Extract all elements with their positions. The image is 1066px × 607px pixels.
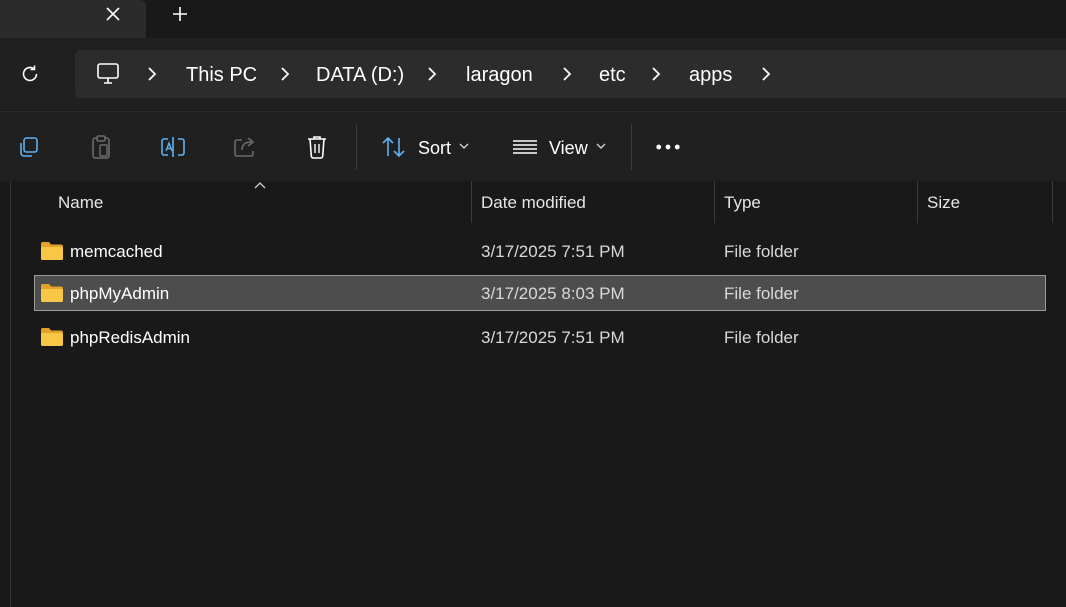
sort-button[interactable]: Sort (418, 137, 451, 159)
command-separator (356, 124, 357, 170)
refresh-icon[interactable] (12, 58, 48, 90)
folder-icon (41, 242, 63, 260)
pane-divider[interactable] (10, 181, 11, 607)
more-options-icon[interactable] (655, 134, 681, 160)
file-name: memcached (70, 242, 163, 261)
file-explorer-window: This PC DATA (D:) laragon etc apps Sort … (0, 0, 1066, 607)
breadcrumb-laragon[interactable]: laragon (466, 63, 533, 87)
copy-icon[interactable] (16, 134, 42, 160)
paste-icon[interactable] (88, 134, 114, 160)
sort-icon[interactable] (381, 134, 407, 160)
column-header-date-modified[interactable]: Date modified (481, 192, 586, 214)
file-type: File folder (724, 284, 799, 303)
column-header-size[interactable]: Size (927, 192, 960, 214)
file-name: phpRedisAdmin (70, 328, 191, 347)
file-date-modified: 3/17/2025 7:51 PM (481, 242, 625, 261)
column-divider[interactable] (1052, 181, 1053, 223)
column-header-type[interactable]: Type (724, 192, 761, 214)
file-row-phpredisadmin[interactable]: phpRedisAdmin 3/17/2025 7:51 PM File fol… (34, 319, 1046, 355)
view-icon[interactable] (512, 134, 538, 160)
chevron-down-icon[interactable] (596, 142, 606, 150)
chevron-right-icon[interactable] (561, 66, 573, 82)
breadcrumb-etc[interactable]: etc (599, 63, 626, 87)
file-type: File folder (724, 242, 799, 261)
folder-icon (41, 284, 63, 302)
address-row: This PC DATA (D:) laragon etc apps (0, 38, 1066, 110)
file-name: phpMyAdmin (70, 284, 170, 303)
chevron-down-icon[interactable] (459, 142, 469, 150)
command-bar: Sort View (0, 111, 1066, 182)
pc-icon[interactable] (95, 62, 121, 86)
chevron-right-icon[interactable] (146, 66, 158, 82)
address-bar[interactable]: This PC DATA (D:) laragon etc apps (75, 50, 1066, 98)
chevron-right-icon[interactable] (279, 66, 291, 82)
tab-strip (0, 0, 1066, 38)
file-list: Name Date modified Type Size memcached 3… (0, 181, 1066, 607)
share-icon[interactable] (232, 134, 258, 160)
command-separator (631, 124, 632, 170)
chevron-right-icon[interactable] (650, 66, 662, 82)
file-date-modified: 3/17/2025 8:03 PM (481, 284, 625, 303)
rename-icon[interactable] (160, 134, 186, 160)
new-tab-icon[interactable] (166, 0, 194, 28)
folder-icon (41, 328, 63, 346)
file-type: File folder (724, 328, 799, 347)
chevron-right-icon[interactable] (760, 66, 772, 82)
view-button[interactable]: View (549, 137, 588, 159)
breadcrumb-this-pc[interactable]: This PC (186, 63, 257, 87)
sort-ascending-icon (254, 182, 266, 189)
column-divider[interactable] (917, 181, 918, 223)
file-row-memcached[interactable]: memcached 3/17/2025 7:51 PM File folder (34, 233, 1046, 269)
delete-icon[interactable] (304, 134, 330, 160)
close-tab-icon[interactable] (100, 0, 126, 28)
column-header-name[interactable]: Name (58, 192, 103, 214)
file-row-phpmyadmin[interactable]: phpMyAdmin 3/17/2025 8:03 PM File folder (34, 275, 1046, 311)
column-divider[interactable] (714, 181, 715, 223)
column-divider[interactable] (471, 181, 472, 223)
breadcrumb-apps[interactable]: apps (689, 63, 732, 87)
chevron-right-icon[interactable] (426, 66, 438, 82)
file-date-modified: 3/17/2025 7:51 PM (481, 328, 625, 347)
breadcrumb-data-drive[interactable]: DATA (D:) (316, 63, 404, 87)
